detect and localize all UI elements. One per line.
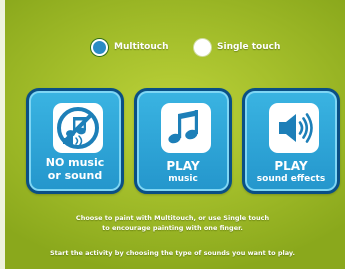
play-sound-effects-button[interactable]: PLAY sound effects (242, 88, 340, 194)
play-music-button[interactable]: PLAY music (134, 88, 232, 194)
multitouch-label: Multitouch (114, 42, 169, 52)
no-music-title: NO music (45, 156, 105, 169)
sound-selection-screen: Multitouch Single touch NO music or soun… (0, 0, 345, 269)
instruction-line-3: Start the activity by choosing the type … (49, 249, 295, 257)
multitouch-option[interactable]: Multitouch (91, 36, 168, 58)
play-sound-effects-subtitle: sound effects (256, 174, 326, 184)
single-touch-radio[interactable] (194, 38, 211, 56)
no-music-icon (53, 103, 103, 153)
play-music-title: PLAY (166, 159, 200, 173)
play-sound-effects-title: PLAY (274, 159, 308, 173)
no-music-subtitle: or sound (47, 169, 103, 182)
instruction-line-2: to encourage painting with one finger. (102, 224, 243, 232)
no-music-button[interactable]: NO music or sound (26, 88, 124, 194)
single-touch-option[interactable]: Single touch (194, 36, 280, 58)
music-note-icon (161, 103, 211, 153)
play-music-subtitle: music (168, 174, 198, 184)
single-touch-label: Single touch (217, 42, 281, 52)
multitouch-radio[interactable] (91, 38, 108, 56)
instruction-line-1: Choose to paint with Multitouch, or use … (75, 214, 270, 222)
touch-mode-selector: Multitouch Single touch (0, 36, 345, 58)
speaker-icon (269, 103, 319, 153)
